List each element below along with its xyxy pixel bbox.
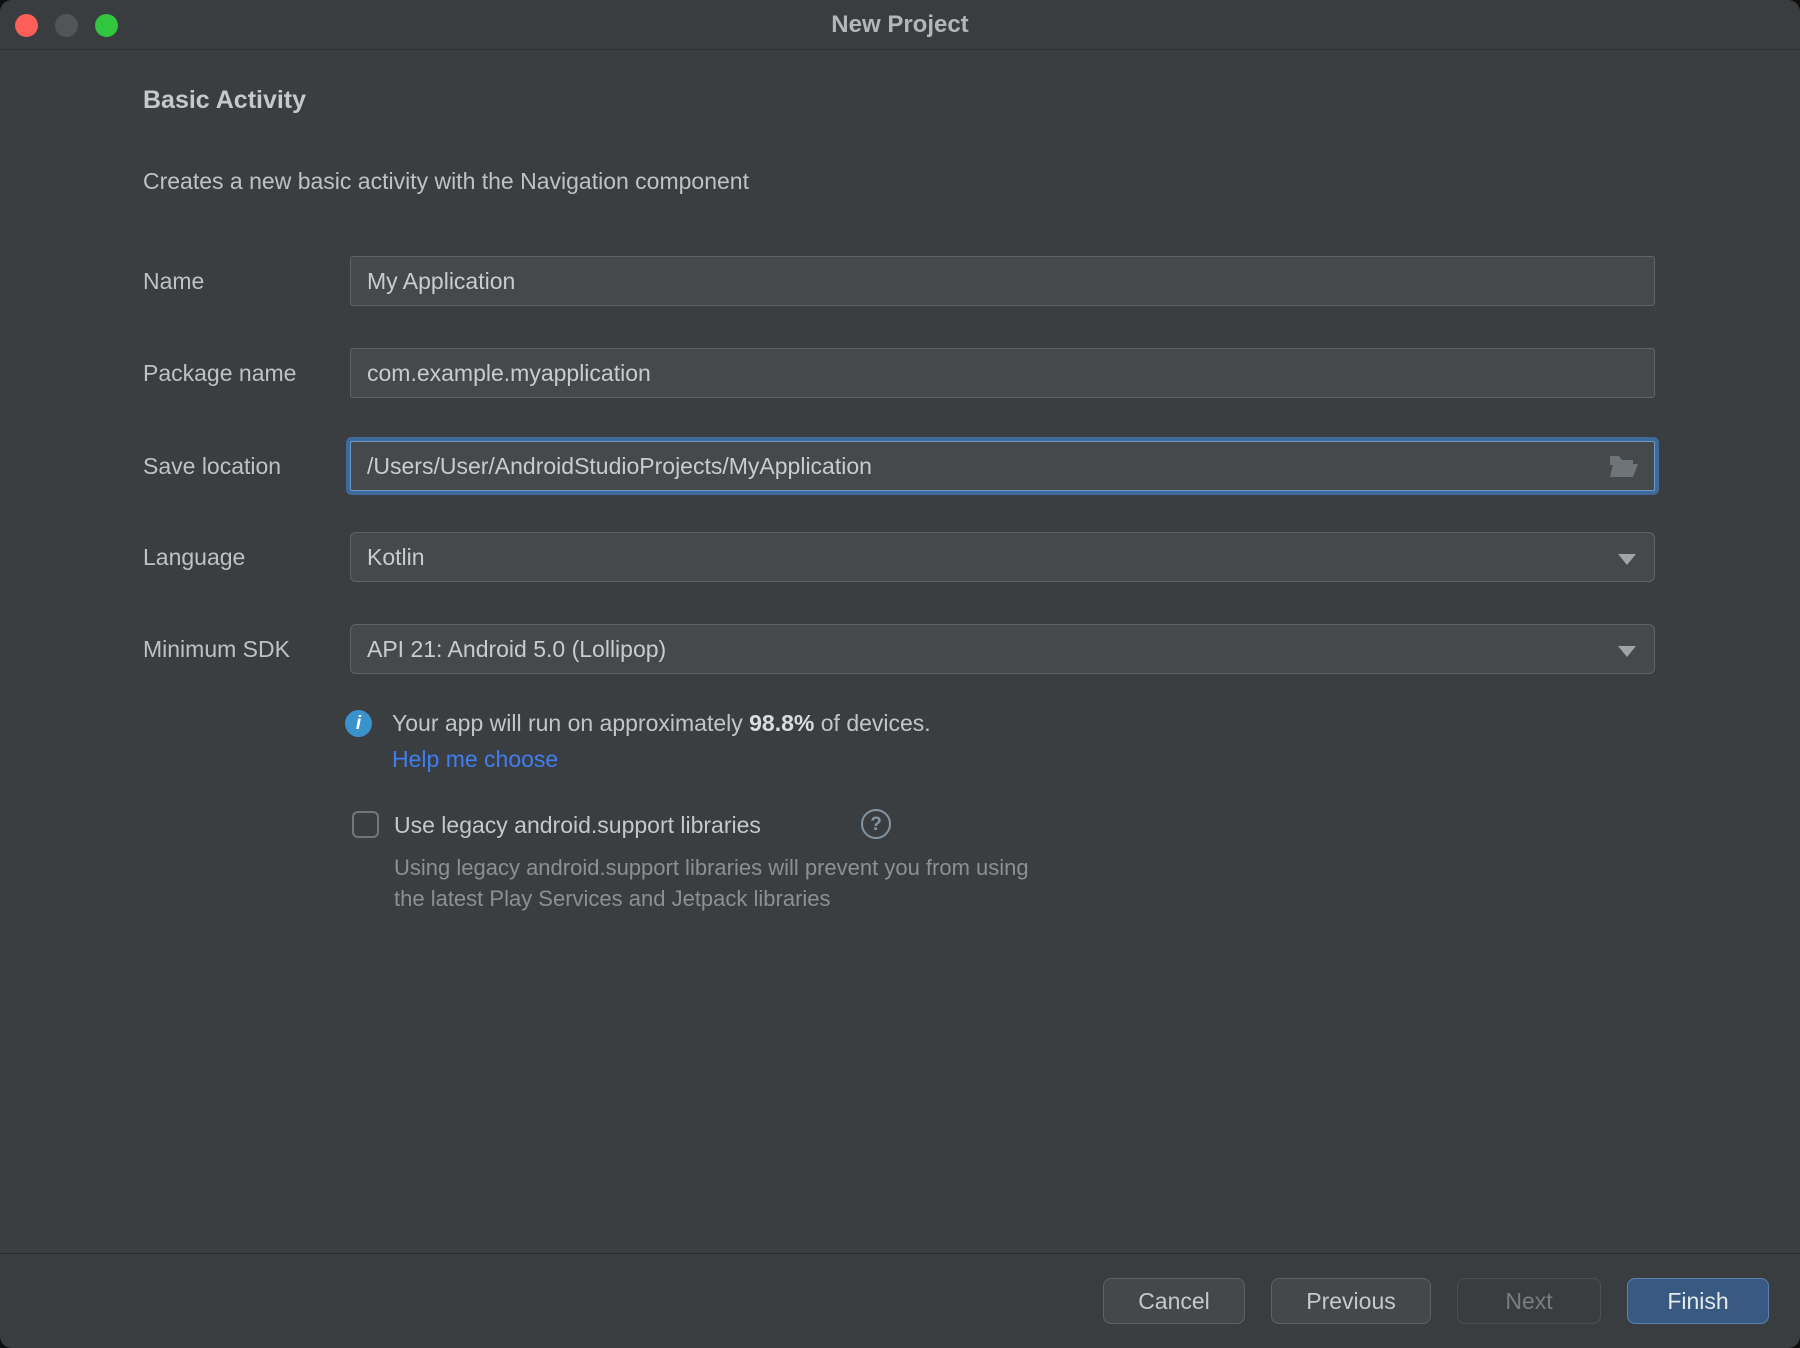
next-button: Next — [1457, 1278, 1601, 1324]
info-icon: i — [345, 710, 372, 737]
zoom-icon[interactable] — [95, 14, 118, 37]
close-icon[interactable] — [15, 14, 38, 37]
browse-folder-icon[interactable] — [1608, 452, 1638, 480]
sdk-coverage-text-before: Your app will run on approximately — [392, 710, 750, 736]
cancel-button[interactable]: Cancel — [1103, 1278, 1245, 1324]
minimize-icon — [55, 14, 78, 37]
minimum-sdk-label: Minimum SDK — [143, 636, 290, 662]
sdk-coverage-percentage: 98.8% — [749, 710, 815, 736]
template-title: Basic Activity — [143, 86, 307, 114]
language-selected-value: Kotlin — [367, 544, 425, 570]
language-label: Language — [143, 544, 246, 570]
help-me-choose-link[interactable]: Help me choose — [392, 746, 558, 773]
previous-button[interactable]: Previous — [1271, 1278, 1431, 1324]
sdk-coverage-text-after: of devices. — [814, 710, 931, 736]
package-name-label: Package name — [143, 360, 297, 386]
minimum-sdk-selected-value: API 21: Android 5.0 (Lollipop) — [367, 636, 667, 662]
save-location-input[interactable] — [350, 441, 1655, 491]
legacy-description-line1: Using legacy android.support libraries w… — [394, 855, 1029, 880]
minimum-sdk-select[interactable]: API 21: Android 5.0 (Lollipop) — [350, 624, 1655, 674]
legacy-libraries-label[interactable]: Use legacy android.support libraries — [394, 811, 761, 839]
legacy-libraries-description: Using legacy android.support libraries w… — [394, 852, 1029, 914]
save-location-label: Save location — [143, 453, 282, 479]
package-name-input[interactable] — [350, 348, 1655, 398]
help-question-icon[interactable]: ? — [861, 809, 891, 839]
finish-button[interactable]: Finish — [1627, 1278, 1769, 1324]
name-label: Name — [143, 268, 205, 294]
title-bar: New Project — [0, 0, 1800, 50]
chevron-down-icon — [1618, 554, 1636, 565]
new-project-dialog: New Project Basic Activity Creates a new… — [0, 0, 1800, 1348]
legacy-libraries-checkbox[interactable] — [352, 811, 379, 838]
legacy-description-line2: the latest Play Services and Jetpack lib… — [394, 886, 831, 911]
sdk-coverage-text: Your app will run on approximately 98.8%… — [392, 710, 931, 737]
language-select[interactable]: Kotlin — [350, 532, 1655, 582]
template-description: Creates a new basic activity with the Na… — [143, 168, 749, 194]
window-title: New Project — [831, 11, 969, 38]
chevron-down-icon — [1618, 646, 1636, 657]
dialog-footer: Cancel Previous Next Finish — [0, 1253, 1800, 1348]
name-input[interactable] — [350, 256, 1655, 306]
